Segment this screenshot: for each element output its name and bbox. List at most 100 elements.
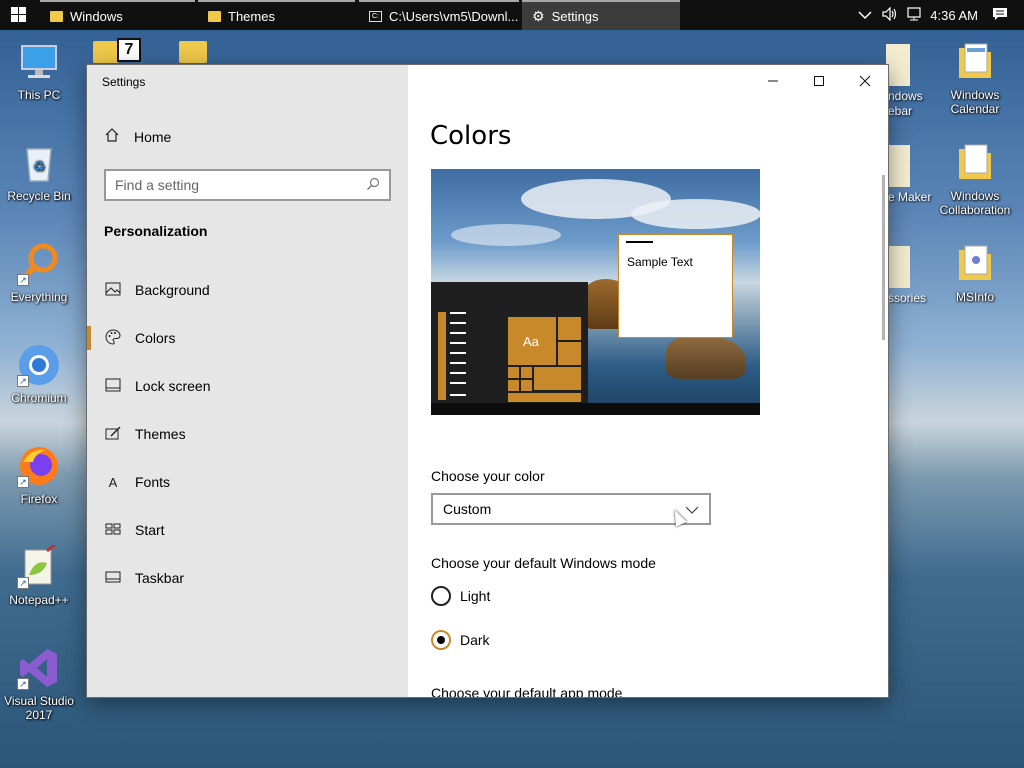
svg-text:♻: ♻ bbox=[33, 158, 46, 174]
preview-list-line bbox=[450, 342, 466, 344]
radio-button[interactable] bbox=[431, 586, 451, 606]
desktop-icon-label: Notepad++ bbox=[9, 593, 69, 607]
taskbar-app-label: Themes bbox=[228, 8, 275, 24]
folder-icon[interactable] bbox=[886, 44, 910, 86]
chevron-down-icon bbox=[685, 501, 699, 517]
nav-item-start[interactable]: Start bbox=[87, 510, 408, 550]
choose-color-dropdown[interactable]: Custom bbox=[431, 493, 711, 525]
desktop-icon-this-pc[interactable]: This PC bbox=[2, 40, 76, 102]
desktop-icon-everything[interactable]: ↗ Everything bbox=[2, 242, 76, 304]
desktop-icon-partial-label: ndows bbox=[888, 89, 923, 103]
shortcut-arrow-icon: ↗ bbox=[17, 274, 29, 286]
nav-item-themes[interactable]: Themes bbox=[87, 414, 408, 454]
7zip-icon[interactable]: 7 bbox=[117, 38, 141, 62]
desktop-icon-msinfo[interactable]: MSInfo bbox=[938, 242, 1012, 304]
taskbar-app-settings[interactable]: ⚙ Settings bbox=[522, 0, 680, 30]
start-button[interactable] bbox=[0, 0, 36, 30]
desktop-icon-label: Visual Studio 2017 bbox=[4, 694, 74, 722]
themes-icon bbox=[104, 425, 122, 444]
search-icon bbox=[366, 177, 380, 194]
nav-item-background[interactable]: Background bbox=[87, 270, 408, 310]
desktop-icon-label: MSInfo bbox=[955, 290, 994, 304]
nav-home[interactable]: Home bbox=[104, 127, 171, 146]
preview-window-bar bbox=[626, 241, 653, 243]
speaker-icon[interactable] bbox=[882, 6, 898, 24]
taskbar-app-label: Settings bbox=[551, 8, 599, 24]
network-icon[interactable] bbox=[906, 6, 922, 24]
desktop-icon-windows-collaboration[interactable]: Windows Collaboration bbox=[938, 141, 1012, 217]
radio-label: Light bbox=[460, 588, 491, 604]
page-title: Colors bbox=[430, 121, 512, 151]
preview-cloud bbox=[451, 224, 561, 246]
preview-list-line bbox=[450, 352, 466, 354]
preview-tile bbox=[557, 316, 582, 341]
desktop-icon-label: Recycle Bin bbox=[7, 189, 71, 203]
preview-list-line bbox=[450, 322, 466, 324]
nav-item-colors[interactable]: Colors bbox=[87, 318, 408, 358]
preview-tiles: Aa bbox=[507, 316, 582, 403]
desktop-icon-label: Windows Collaboration bbox=[939, 189, 1011, 217]
clock[interactable]: 4:36 AM bbox=[930, 8, 978, 23]
nav-item-taskbar[interactable]: Taskbar bbox=[87, 558, 408, 598]
nav-item-lock-screen[interactable]: Lock screen bbox=[87, 366, 408, 406]
magnifier-icon: ↗ bbox=[17, 242, 61, 286]
preview-cloud bbox=[631, 199, 760, 229]
radio-label: Dark bbox=[460, 632, 490, 648]
minimize-icon bbox=[768, 80, 778, 82]
chevron-up-icon[interactable] bbox=[858, 8, 872, 23]
search-input[interactable]: Find a setting bbox=[104, 169, 391, 201]
maximize-button[interactable] bbox=[796, 65, 842, 97]
nav-item-fonts[interactable]: A Fonts bbox=[87, 462, 408, 502]
desktop-icon-partial-label: e Maker bbox=[888, 190, 932, 204]
desktop-icon-label: Everything bbox=[10, 290, 68, 304]
desktop-icon-firefox[interactable]: ↗ Firefox bbox=[2, 444, 76, 506]
desktop-icon-chromium[interactable]: ↗ Chromium bbox=[2, 343, 76, 405]
desktop-icon-visual-studio[interactable]: ↗ Visual Studio 2017 bbox=[2, 646, 76, 722]
radio-button[interactable] bbox=[431, 630, 451, 650]
folder-icon bbox=[953, 242, 997, 286]
preview-list-line bbox=[450, 394, 466, 396]
folder-icon[interactable] bbox=[886, 246, 910, 288]
taskbar-app-windows[interactable]: Windows bbox=[40, 0, 195, 30]
shortcut-arrow-icon: ↗ bbox=[17, 678, 29, 690]
taskbar-app-label: C:\Users\vm5\Downl... bbox=[389, 8, 519, 24]
minimize-button[interactable] bbox=[750, 65, 796, 97]
action-center-icon[interactable] bbox=[992, 7, 1008, 24]
preview-tile: Aa bbox=[507, 316, 557, 366]
folder-icon[interactable] bbox=[886, 145, 910, 187]
computer-icon bbox=[17, 40, 61, 84]
preview-tile bbox=[507, 379, 520, 392]
radio-selected-dot bbox=[437, 636, 445, 644]
search-placeholder: Find a setting bbox=[115, 177, 200, 193]
folder-icon bbox=[953, 141, 997, 185]
nav-item-label: Start bbox=[135, 522, 165, 538]
taskbar-icon bbox=[104, 570, 122, 586]
app-mode-label: Choose your default app mode bbox=[431, 685, 623, 697]
nav-item-label: Fonts bbox=[135, 474, 171, 490]
radio-dark[interactable]: Dark bbox=[431, 630, 490, 650]
desktop-icon-recycle-bin[interactable]: ♻ Recycle Bin bbox=[2, 141, 76, 203]
nav-home-label: Home bbox=[134, 128, 172, 145]
settings-content: Colors Aa Sample Text Choose your color … bbox=[408, 65, 888, 697]
preview-window: Sample Text bbox=[618, 234, 733, 338]
preview-rock bbox=[666, 334, 746, 379]
radio-light[interactable]: Light bbox=[431, 586, 490, 606]
taskbar-app-themes[interactable]: Themes bbox=[198, 0, 355, 30]
close-icon bbox=[859, 75, 871, 87]
close-button[interactable] bbox=[842, 65, 888, 97]
desktop-icon-label: Firefox bbox=[20, 492, 58, 506]
gear-icon: ⚙ bbox=[532, 7, 545, 24]
nav-item-label: Colors bbox=[135, 330, 176, 346]
desktop-icon-notepad-plus-plus[interactable]: ↗ Notepad++ bbox=[2, 541, 76, 607]
folder-icon[interactable] bbox=[179, 41, 207, 63]
color-preview: Aa Sample Text bbox=[431, 169, 760, 415]
shortcut-arrow-icon: ↗ bbox=[17, 476, 29, 488]
preview-list-line bbox=[450, 362, 466, 364]
taskbar-app-command-prompt[interactable]: C: C:\Users\vm5\Downl... bbox=[359, 0, 519, 30]
desktop-icon-windows-calendar[interactable]: Windows Calendar bbox=[938, 40, 1012, 116]
folder-icon[interactable] bbox=[93, 41, 119, 63]
scrollbar-thumb[interactable] bbox=[882, 175, 885, 340]
folder-icon bbox=[50, 10, 63, 22]
preview-tile-text: Aa bbox=[523, 334, 539, 349]
nav-item-label: Lock screen bbox=[135, 378, 211, 394]
